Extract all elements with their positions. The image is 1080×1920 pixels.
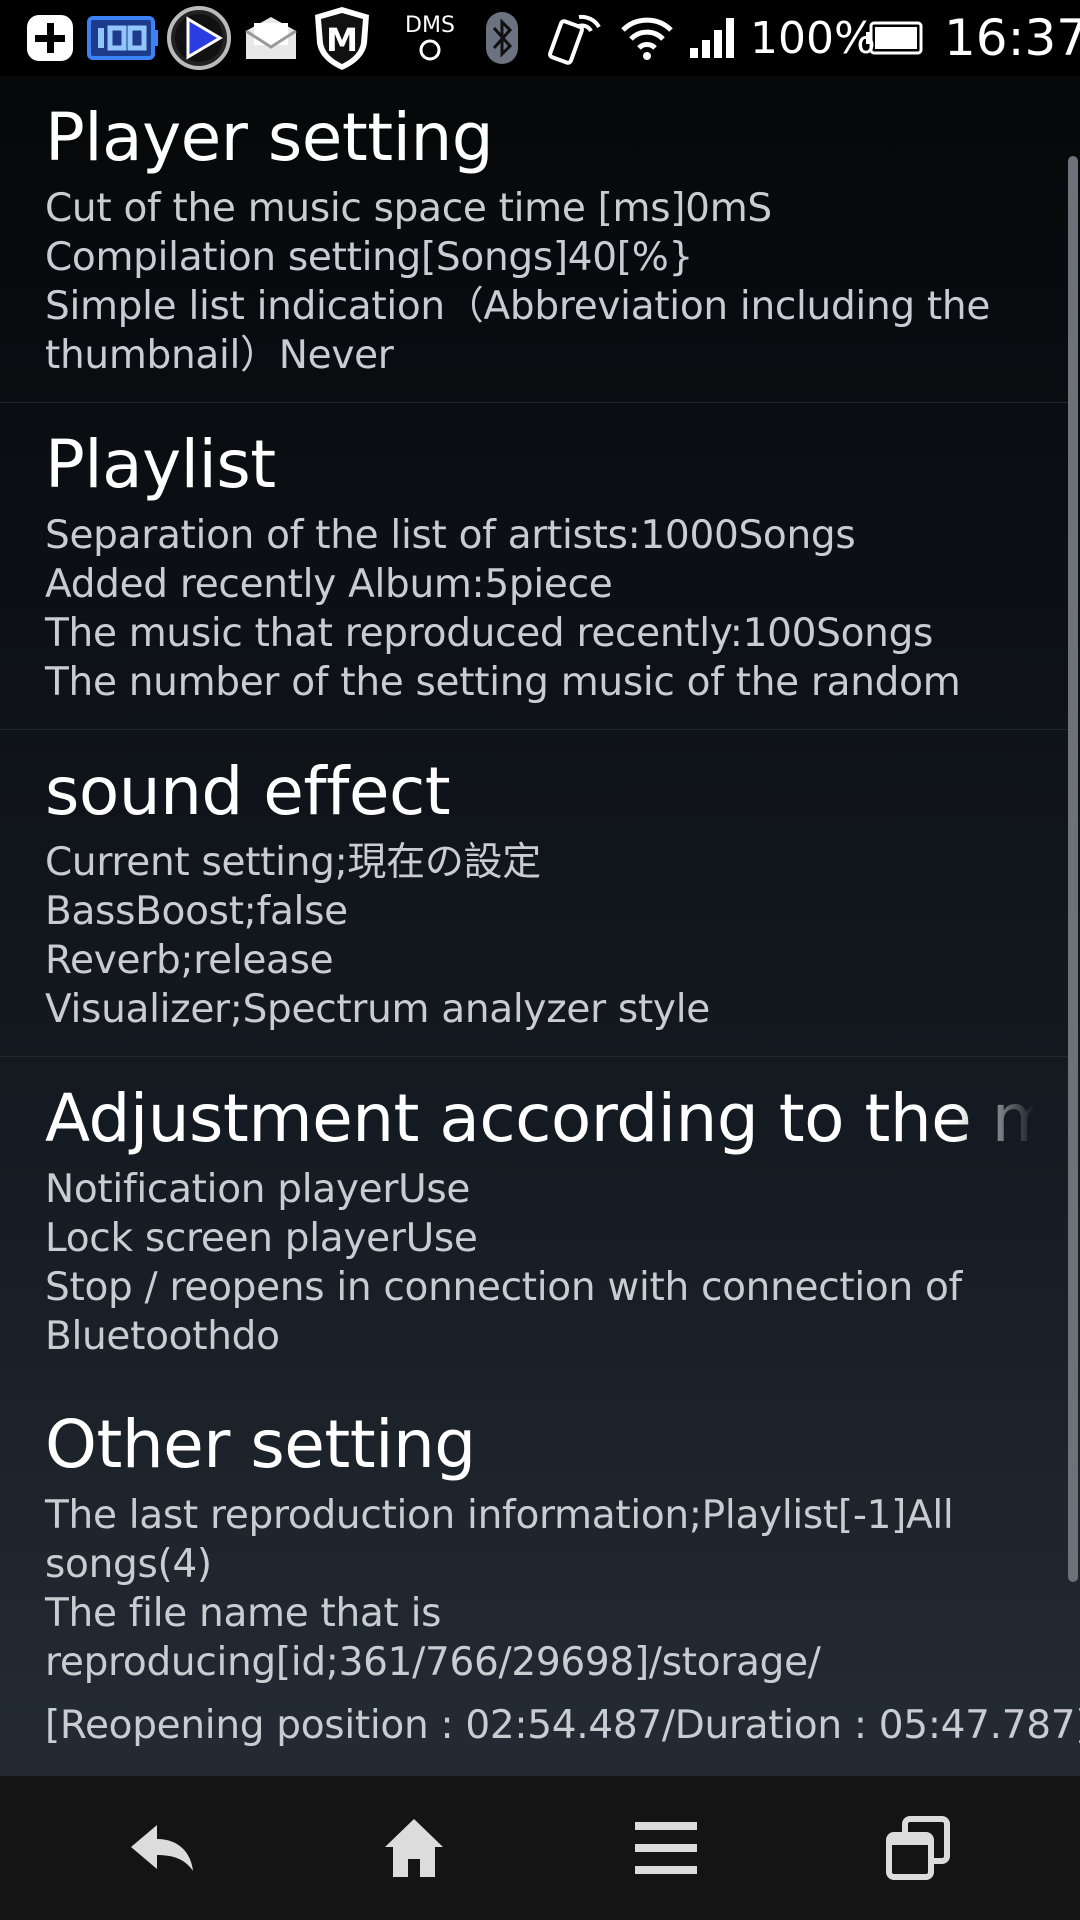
nfc-icon (546, 8, 606, 68)
dms-icon: DMS (396, 8, 464, 68)
summary-line: The number of the setting music of the r… (45, 660, 961, 705)
summary-line: Separation of the list of artists:1000So… (45, 513, 856, 558)
summary-line: Current setting;現在の設定 (45, 840, 541, 885)
media-player-icon (164, 6, 234, 70)
settings-screen: M DMS 100% 16:37 Player setting Cut of t… (0, 0, 1080, 1920)
summary-line: Lock screen playerUse (45, 1216, 478, 1261)
summary-line: Compilation setting[Songs]40[%} (45, 235, 693, 280)
battery-icon (864, 8, 924, 68)
summary-line: Stop / reopens in connection with connec… (45, 1265, 962, 1359)
navigation-bar (0, 1776, 1080, 1920)
shield-m-icon: M (306, 7, 378, 70)
summary-line: Notification playerUse (45, 1167, 471, 1212)
summary-line: Simple list indication（Abbreviation incl… (45, 284, 991, 378)
section-adjustment-mode[interactable]: Adjustment according to the mod Notifica… (0, 1057, 1070, 1383)
section-player-setting[interactable]: Player setting Cut of the music space ti… (0, 76, 1070, 403)
menu-button[interactable] (566, 1776, 766, 1920)
section-title: sound effect (45, 753, 451, 830)
dms-label: DMS (405, 13, 455, 38)
section-title: Player setting (45, 99, 494, 176)
battery-status-icon (86, 8, 160, 68)
section-summary: Current setting;現在の設定 BassBoost;false Re… (45, 838, 1070, 1034)
summary-line: Added recently Album:5piece (45, 562, 613, 607)
section-playlist[interactable]: Playlist Separation of the list of artis… (0, 403, 1070, 730)
back-button[interactable] (62, 1776, 262, 1920)
menu-icon (635, 1822, 697, 1874)
summary-line: Reverb;release (45, 938, 334, 983)
back-icon (131, 1825, 193, 1871)
summary-line: The music that reproduced recently:100So… (45, 611, 934, 656)
section-summary: The last reproduction information;Playli… (45, 1491, 1070, 1687)
mail-icon (240, 8, 302, 68)
section-summary: Cut of the music space time [ms]0mS Comp… (45, 184, 1070, 380)
recent-apps-button[interactable] (818, 1776, 1018, 1920)
summary-line: Visualizer;Spectrum analyzer style (45, 987, 710, 1032)
section-sound-effect[interactable]: sound effect Current setting;現在の設定 BassB… (0, 730, 1070, 1057)
wifi-icon (618, 8, 676, 68)
add-icon (22, 8, 78, 68)
status-bar: M DMS 100% 16:37 (0, 0, 1080, 76)
battery-percent: 100% (750, 12, 876, 64)
summary-line: The last reproduction information;Playli… (45, 1493, 954, 1587)
summary-line: The file name that is reproducing[id;361… (45, 1591, 821, 1685)
section-summary: Notification playerUse Lock screen playe… (45, 1165, 1070, 1361)
recent-apps-icon (886, 1816, 950, 1880)
bluetooth-icon (478, 8, 526, 68)
svg-text:M: M (326, 21, 358, 59)
scrollbar[interactable] (1068, 156, 1078, 1582)
clock: 16:37 (944, 9, 1080, 67)
home-icon (385, 1819, 443, 1877)
summary-line: Cut of the music space time [ms]0mS (45, 186, 772, 231)
summary-line: BassBoost;false (45, 889, 348, 934)
section-other-setting[interactable]: Other setting The last reproduction info… (0, 1383, 1080, 1772)
home-button[interactable] (314, 1776, 514, 1920)
section-title: Adjustment according to the mod (45, 1080, 1035, 1157)
reopening-position: [Reopening position : 02:54.487/Duration… (45, 1703, 1080, 1748)
section-summary: Separation of the list of artists:1000So… (45, 511, 1070, 707)
section-title: Playlist (45, 426, 276, 503)
settings-list: Player setting Cut of the music space ti… (0, 76, 1080, 1776)
section-title: Other setting (45, 1406, 476, 1483)
signal-icon (686, 8, 738, 68)
